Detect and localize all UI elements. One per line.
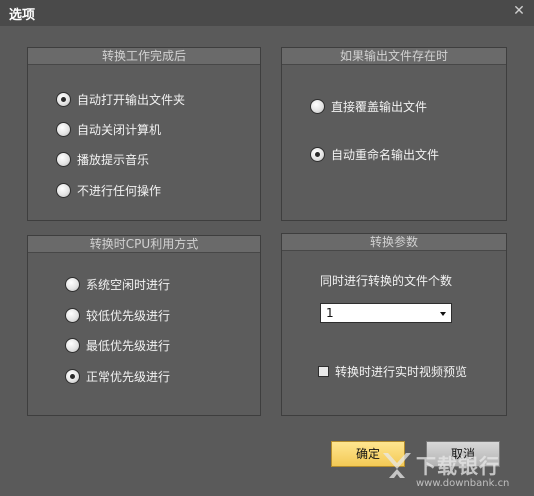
radio-button-icon[interactable] [65,337,80,353]
concurrent-files-value: 1 [326,306,334,320]
radio-button-icon[interactable] [56,121,71,137]
option-label: 最低优先级进行 [86,338,171,353]
radio-button-icon[interactable] [65,276,80,292]
radio-button-icon[interactable] [56,182,71,198]
radio-button-icon[interactable] [65,368,80,384]
radio-do-nothing[interactable]: 不进行任何操作 [56,181,161,199]
title-bar: 选项 ✕ [0,0,534,26]
convert-params-group: 转换参数 [281,233,507,416]
radio-button-icon[interactable] [65,307,80,323]
option-label: 正常优先级进行 [86,369,171,384]
radio-button-icon[interactable] [56,151,71,167]
option-label: 自动重命名输出文件 [331,147,440,162]
radio-low-priority[interactable]: 较低优先级进行 [65,306,170,324]
radio-open-output-folder[interactable]: 自动打开输出文件夹 [56,90,185,108]
radio-button-icon[interactable] [56,91,71,107]
watermark-url: www.downbank.cn [416,478,510,489]
watermark-logo-icon [383,453,411,478]
option-label: 不进行任何操作 [77,183,162,198]
concurrent-files-label: 同时进行转换的文件个数 [320,274,453,288]
option-label: 自动打开输出文件夹 [77,92,186,107]
close-icon[interactable]: ✕ [512,3,526,19]
checkbox-icon[interactable] [318,366,329,377]
option-label: 较低优先级进行 [86,308,171,323]
realtime-preview-label: 转换时进行实时视频预览 [335,365,468,379]
watermark: 下载银行 www.downbank.cn [380,448,530,494]
watermark-text: 下载银行 [416,454,500,478]
radio-auto-rename[interactable]: 自动重命名输出文件 [310,145,439,163]
radio-shutdown-computer[interactable]: 自动关闭计算机 [56,120,161,138]
radio-idle-priority[interactable]: 系统空闲时进行 [65,275,170,293]
radio-overwrite-output[interactable]: 直接覆盖输出文件 [310,97,427,115]
option-label: 直接覆盖输出文件 [331,99,428,114]
radio-button-icon[interactable] [310,146,325,162]
radio-play-sound[interactable]: 播放提示音乐 [56,150,149,168]
option-label: 系统空闲时进行 [86,277,171,292]
window-title: 选项 [9,8,36,23]
option-label: 自动关闭计算机 [77,122,162,137]
if-exists-group: 如果输出文件存在时 [281,47,507,221]
option-label: 播放提示音乐 [77,152,150,167]
convert-params-title: 转换参数 [282,234,506,251]
after-convert-title: 转换工作完成后 [28,48,260,65]
radio-lowest-priority[interactable]: 最低优先级进行 [65,336,170,354]
if-exists-title: 如果输出文件存在时 [282,48,506,65]
radio-button-icon[interactable] [310,98,325,114]
cpu-usage-title: 转换时CPU利用方式 [28,236,260,253]
dropdown-arrow-icon [440,312,446,316]
cpu-usage-group: 转换时CPU利用方式 [27,235,261,416]
radio-normal-priority[interactable]: 正常优先级进行 [65,367,170,385]
concurrent-files-select[interactable]: 1 [320,303,452,323]
realtime-preview-checkbox-row[interactable]: 转换时进行实时视频预览 [318,363,467,380]
